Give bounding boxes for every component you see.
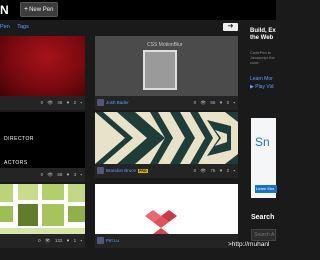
- pen-thumbnail[interactable]: CSS MotionBlur: [95, 36, 238, 96]
- new-pen-button[interactable]: +New Pen: [20, 2, 58, 17]
- pen-footer: 0 👁 46 ♥ 2 ▪: [0, 96, 85, 110]
- views-count: 0: [193, 168, 197, 173]
- ad-banner[interactable]: Sn Learn Mor: [251, 118, 277, 198]
- likes-count: 132: [54, 238, 63, 243]
- pen-nav: Pen Tags: [0, 24, 35, 30]
- pen-footer: Brandon Bruce PRO 0 👁 75 ♥ 2 ▪: [95, 164, 238, 178]
- author-link[interactable]: Pirt Lu: [106, 238, 119, 243]
- heart-icon: ♥: [66, 172, 70, 177]
- search-input[interactable]: [251, 229, 276, 241]
- comment-icon: ▪: [80, 172, 82, 177]
- watermark: >http://muhanl: [228, 241, 270, 248]
- comment-icon: ▪: [233, 100, 235, 105]
- pen-card[interactable]: CSS MotionBlur Josh Bader 0 👁 65 ♥ 0 ▪: [95, 36, 238, 110]
- eye-icon: 👁: [200, 100, 207, 105]
- comments-count: 1: [73, 238, 77, 243]
- views-count: 0: [38, 238, 41, 243]
- likes-count: 75: [210, 168, 216, 173]
- eye-icon: 👁: [200, 168, 207, 173]
- grid-artwork: [0, 184, 85, 234]
- gift-box-artwork: [95, 184, 238, 234]
- pen-preview-title: CSS MotionBlur: [147, 42, 183, 48]
- nav-item-tags[interactable]: Tags: [17, 24, 29, 30]
- comments-count: 2: [73, 100, 77, 105]
- pen-stats: 0 👁 65 ♥ 0 ▪: [191, 100, 235, 106]
- author-link[interactable]: Brandon Bruce PRO: [106, 168, 148, 173]
- learn-more-link[interactable]: Learn Mor: [250, 76, 273, 82]
- pro-badge: PRO: [138, 169, 148, 173]
- promo-text: CodePen is Javascript the code: [250, 50, 275, 65]
- nav-item-pen[interactable]: Pen: [0, 24, 10, 30]
- ad-text: Sn: [255, 135, 270, 149]
- new-pen-label: New Pen: [29, 7, 54, 13]
- pen-footer: Pirt Lu: [95, 234, 238, 248]
- plus-icon: +: [24, 6, 29, 13]
- pen-card[interactable]: Pirt Lu: [95, 184, 238, 250]
- pen-thumbnail[interactable]: [95, 112, 238, 164]
- eye-icon: 👁: [47, 172, 54, 177]
- likes-count: 68: [57, 172, 63, 177]
- views-count: 0: [193, 100, 197, 105]
- logo[interactable]: N: [0, 3, 10, 17]
- pen-thumbnail[interactable]: [95, 184, 238, 234]
- pen-thumbnail[interactable]: [0, 184, 85, 234]
- comment-icon: ▪: [80, 100, 82, 105]
- pen-thumbnail[interactable]: [0, 36, 85, 96]
- play-video-link[interactable]: ▶ Play Vid: [250, 84, 274, 90]
- pen-stats: 0 👁 68 ♥ 3 ▪: [38, 172, 82, 178]
- arrow-right-icon: ➜: [227, 23, 234, 30]
- pen-card[interactable]: 0 👁 132 ♥ 1 ▪: [0, 184, 85, 250]
- search-heading: Search: [251, 214, 275, 221]
- ad-learn-more-button[interactable]: Learn Mor: [255, 185, 277, 193]
- promo-title: Build, Ex the Web: [250, 28, 276, 41]
- comments-count: 0: [226, 100, 230, 105]
- comments-count: 3: [73, 172, 77, 177]
- preview-line-director: DIRECTOR: [4, 136, 35, 142]
- avatar[interactable]: [97, 237, 104, 244]
- pen-footer: Josh Bader 0 👁 65 ♥ 0 ▪: [95, 96, 238, 110]
- pen-stats: 0 👁 46 ♥ 2 ▪: [38, 100, 82, 106]
- heart-icon: ♥: [219, 100, 223, 105]
- pen-footer: 0 👁 68 ♥ 3 ▪: [0, 168, 85, 182]
- preview-line-actors: ACTORS: [4, 160, 28, 166]
- pen-stats: 0 👁 132 ♥ 1 ▪: [35, 238, 82, 244]
- comment-icon: ▪: [80, 238, 82, 243]
- pen-footer: 0 👁 132 ♥ 1 ▪: [0, 234, 85, 248]
- heart-icon: ♥: [66, 238, 70, 243]
- author-link[interactable]: Josh Bader: [106, 100, 129, 105]
- comments-count: 2: [226, 168, 230, 173]
- heart-icon: ♥: [219, 168, 223, 173]
- pen-card[interactable]: DIRECTOR ACTORS 0 👁 68 ♥ 3 ▪: [0, 112, 85, 182]
- avatar[interactable]: [97, 167, 104, 174]
- likes-count: 65: [210, 100, 216, 105]
- avatar[interactable]: [97, 99, 104, 106]
- heart-icon: ♥: [66, 100, 70, 105]
- pen-card[interactable]: 0 👁 46 ♥ 2 ▪: [0, 36, 85, 110]
- blur-box: [143, 50, 177, 90]
- likes-count: 46: [57, 100, 63, 105]
- top-bar: N +New Pen: [0, 0, 276, 20]
- views-count: 0: [40, 172, 44, 177]
- stripes-artwork: [95, 112, 238, 164]
- eye-icon: 👁: [47, 100, 54, 105]
- pen-thumbnail[interactable]: DIRECTOR ACTORS: [0, 112, 85, 168]
- eye-icon: 👁: [44, 238, 51, 243]
- next-page-button[interactable]: ➜: [223, 23, 238, 31]
- comment-icon: ▪: [233, 168, 235, 173]
- pen-card[interactable]: Brandon Bruce PRO 0 👁 75 ♥ 2 ▪: [95, 112, 238, 182]
- pen-stats: 0 👁 75 ♥ 2 ▪: [191, 168, 235, 174]
- author-name: Brandon Bruce: [106, 168, 137, 173]
- views-count: 0: [40, 100, 44, 105]
